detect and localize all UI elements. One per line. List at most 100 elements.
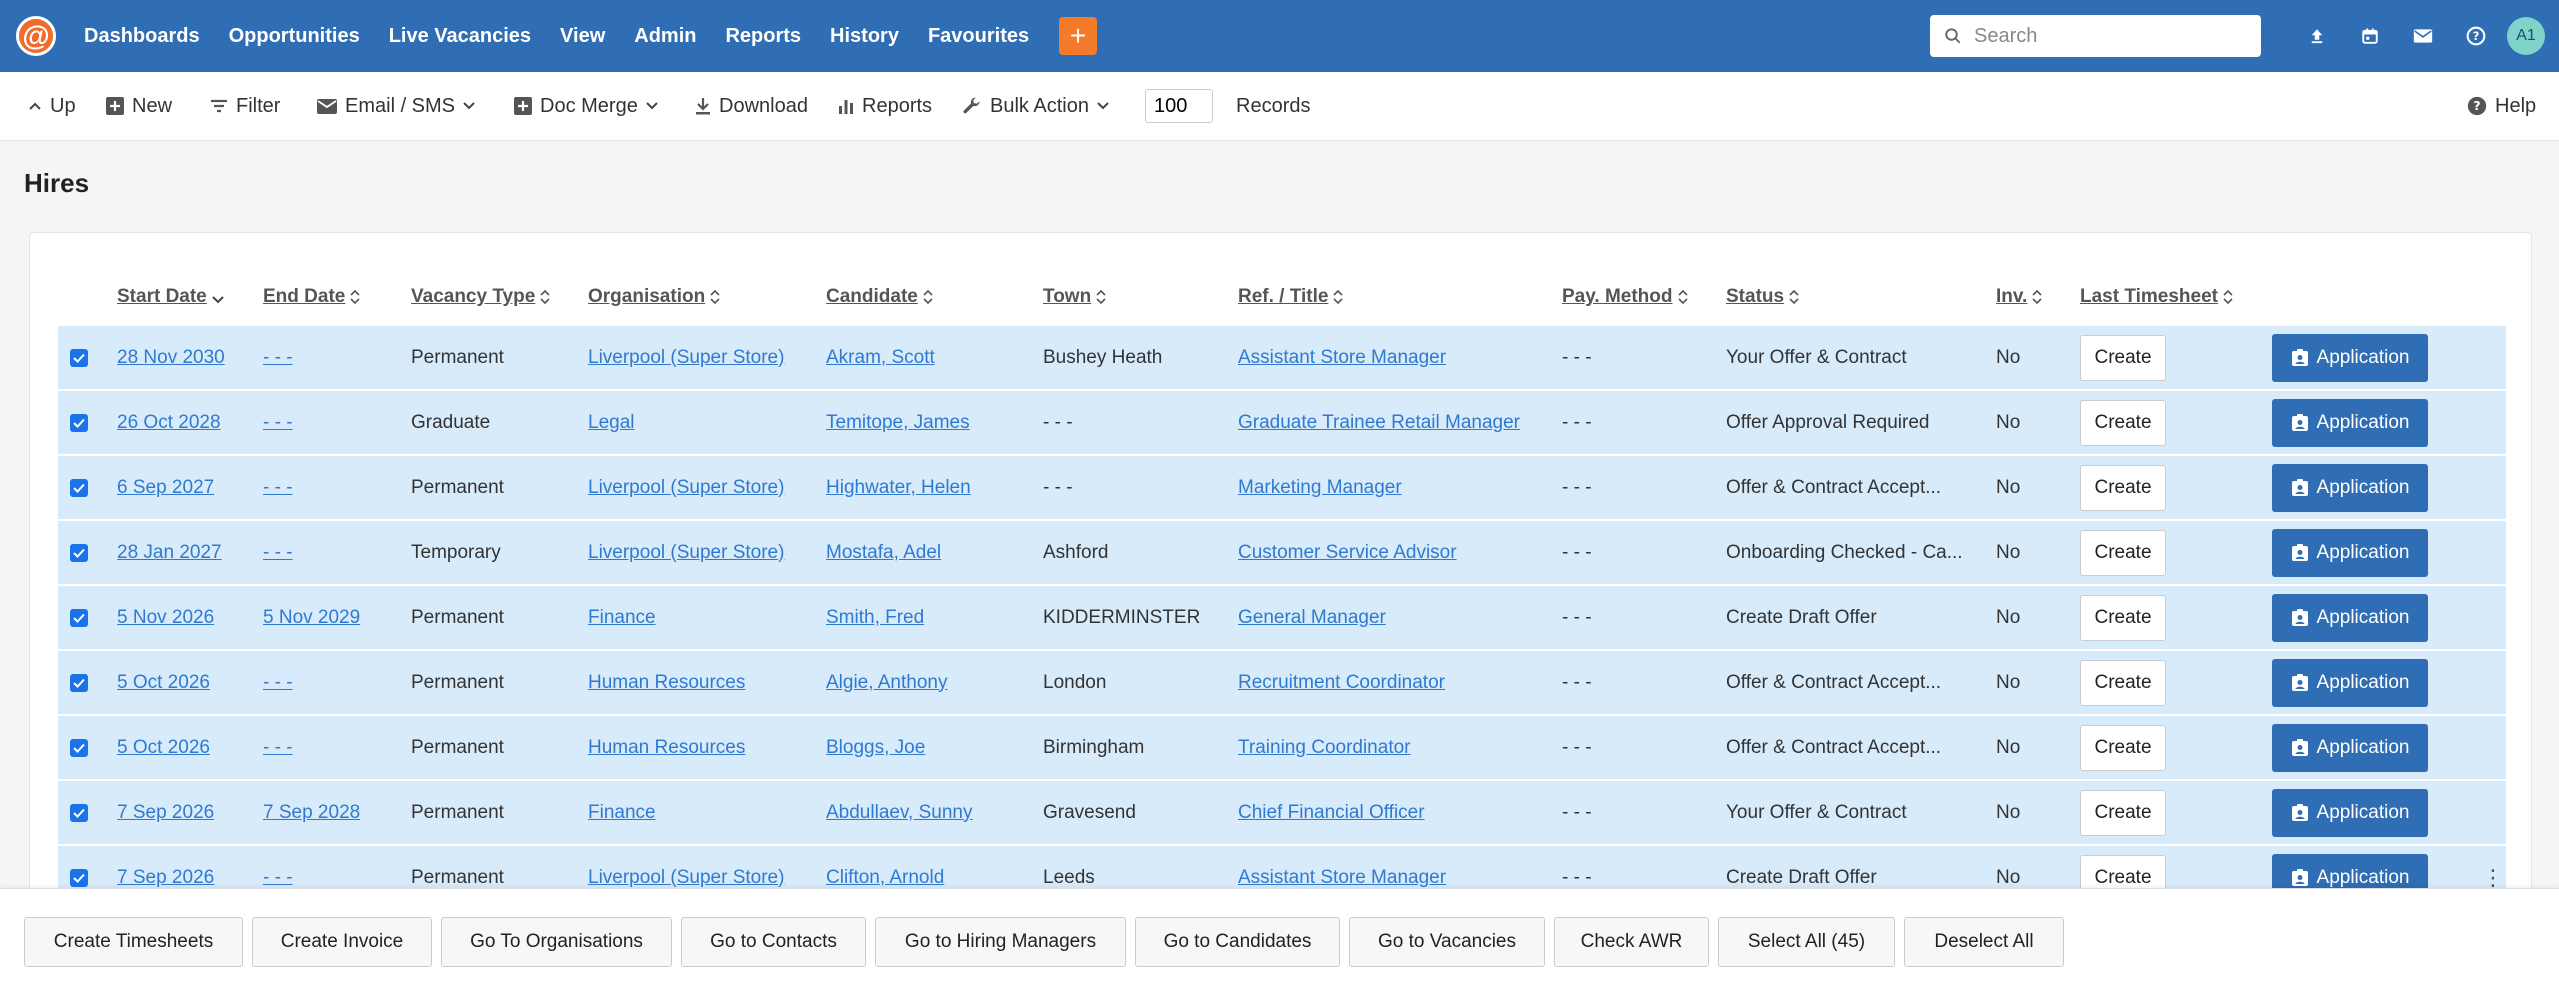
end-date-link[interactable]: 7 Sep 2028 bbox=[263, 802, 360, 823]
up-button[interactable]: Up bbox=[28, 72, 76, 140]
start-date-link[interactable]: 28 Nov 2030 bbox=[117, 347, 225, 368]
more-vertical-icon[interactable]: ⋮ bbox=[2462, 865, 2504, 890]
end-date-link[interactable]: - - - bbox=[263, 477, 293, 498]
ref-title-link[interactable]: Training Coordinator bbox=[1238, 737, 1411, 758]
column-header-end-date[interactable]: End Date bbox=[263, 269, 411, 326]
end-date-link[interactable]: - - - bbox=[263, 672, 293, 693]
application-button[interactable]: Application bbox=[2272, 528, 2428, 577]
deselect-all-button[interactable]: Deselect All bbox=[1904, 917, 2064, 967]
download-button[interactable]: Download bbox=[695, 72, 808, 140]
application-button[interactable]: Application bbox=[2272, 398, 2428, 447]
ref-title-link[interactable]: Assistant Store Manager bbox=[1238, 867, 1446, 888]
application-button[interactable]: Application bbox=[2272, 463, 2428, 512]
column-header-vacancy-type[interactable]: Vacancy Type bbox=[411, 269, 588, 326]
application-button[interactable]: Application bbox=[2272, 658, 2428, 707]
row-checkbox[interactable] bbox=[70, 478, 88, 497]
candidate-link[interactable]: Bloggs, Joe bbox=[826, 737, 925, 758]
column-header-organisation[interactable]: Organisation bbox=[588, 269, 826, 326]
end-date-link[interactable]: - - - bbox=[263, 867, 293, 888]
nav-opportunities[interactable]: Opportunities bbox=[229, 25, 360, 48]
help-button[interactable]: ? Help bbox=[2467, 72, 2536, 140]
row-checkbox[interactable] bbox=[70, 738, 88, 757]
ref-title-link[interactable]: Chief Financial Officer bbox=[1238, 802, 1425, 823]
start-date-link[interactable]: 26 Oct 2028 bbox=[117, 412, 221, 433]
start-date-link[interactable]: 5 Nov 2026 bbox=[117, 607, 214, 628]
end-date-link[interactable]: - - - bbox=[263, 412, 293, 433]
ref-title-link[interactable]: Recruitment Coordinator bbox=[1238, 672, 1445, 693]
filter-button[interactable]: Filter bbox=[210, 72, 280, 140]
row-checkbox[interactable] bbox=[70, 413, 88, 432]
nav-favourites[interactable]: Favourites bbox=[928, 25, 1029, 48]
end-date-link[interactable]: - - - bbox=[263, 542, 293, 563]
ref-title-link[interactable]: Customer Service Advisor bbox=[1238, 542, 1457, 563]
row-checkbox[interactable] bbox=[70, 348, 88, 367]
bulk-action-dropdown[interactable]: Bulk Action bbox=[962, 72, 1109, 140]
go-to-candidates-button[interactable]: Go to Candidates bbox=[1135, 917, 1340, 967]
application-button[interactable]: Application bbox=[2272, 593, 2428, 642]
start-date-link[interactable]: 5 Oct 2026 bbox=[117, 672, 210, 693]
organisation-link[interactable]: Liverpool (Super Store) bbox=[588, 347, 784, 368]
nav-admin[interactable]: Admin bbox=[634, 25, 696, 48]
start-date-link[interactable]: 7 Sep 2026 bbox=[117, 867, 214, 888]
create-timesheets-button[interactable]: Create Timesheets bbox=[24, 917, 243, 967]
application-button[interactable]: Application bbox=[2272, 723, 2428, 772]
candidate-link[interactable]: Mostafa, Adel bbox=[826, 542, 941, 563]
row-checkbox[interactable] bbox=[70, 673, 88, 692]
organisation-link[interactable]: Legal bbox=[588, 412, 635, 433]
ref-title-link[interactable]: General Manager bbox=[1238, 607, 1386, 628]
calendar-icon[interactable] bbox=[2343, 27, 2396, 45]
email-sms-dropdown[interactable]: Email / SMS bbox=[317, 72, 475, 140]
ref-title-link[interactable]: Marketing Manager bbox=[1238, 477, 1402, 498]
upload-icon[interactable] bbox=[2290, 27, 2343, 45]
column-header-town[interactable]: Town bbox=[1043, 269, 1238, 326]
candidate-link[interactable]: Temitope, James bbox=[826, 412, 970, 433]
create-timesheet-button[interactable]: Create bbox=[2080, 594, 2166, 641]
create-timesheet-button[interactable]: Create bbox=[2080, 724, 2166, 771]
help-circle-icon[interactable]: ? bbox=[2449, 26, 2502, 46]
check-awr-button[interactable]: Check AWR bbox=[1554, 917, 1709, 967]
column-header-last-timesheet[interactable]: Last Timesheet bbox=[2080, 269, 2272, 326]
organisation-link[interactable]: Finance bbox=[588, 802, 656, 823]
start-date-link[interactable]: 28 Jan 2027 bbox=[117, 542, 222, 563]
reports-button[interactable]: Reports bbox=[838, 72, 932, 140]
organisation-link[interactable]: Liverpool (Super Store) bbox=[588, 477, 784, 498]
candidate-link[interactable]: Clifton, Arnold bbox=[826, 867, 944, 888]
quick-add-button[interactable]: + bbox=[1059, 17, 1098, 55]
go-to-contacts-button[interactable]: Go to Contacts bbox=[681, 917, 866, 967]
candidate-link[interactable]: Abdullaev, Sunny bbox=[826, 802, 972, 823]
end-date-link[interactable]: - - - bbox=[263, 737, 293, 758]
start-date-link[interactable]: 6 Sep 2027 bbox=[117, 477, 214, 498]
go-to-hiring-managers-button[interactable]: Go to Hiring Managers bbox=[875, 917, 1126, 967]
row-checkbox[interactable] bbox=[70, 868, 88, 887]
create-timesheet-button[interactable]: Create bbox=[2080, 659, 2166, 706]
go-to-vacancies-button[interactable]: Go to Vacancies bbox=[1349, 917, 1545, 967]
create-timesheet-button[interactable]: Create bbox=[2080, 529, 2166, 576]
application-button[interactable]: Application bbox=[2272, 333, 2428, 382]
create-timesheet-button[interactable]: Create bbox=[2080, 399, 2166, 446]
nav-reports[interactable]: Reports bbox=[725, 25, 801, 48]
column-header-status[interactable]: Status bbox=[1726, 269, 1996, 326]
select-all-button[interactable]: Select All (45) bbox=[1718, 917, 1895, 967]
create-timesheet-button[interactable]: Create bbox=[2080, 334, 2166, 381]
ref-title-link[interactable]: Graduate Trainee Retail Manager bbox=[1238, 412, 1520, 433]
nav-history[interactable]: History bbox=[830, 25, 899, 48]
column-header-pay-method[interactable]: Pay. Method bbox=[1562, 269, 1726, 326]
candidate-link[interactable]: Algie, Anthony bbox=[826, 672, 947, 693]
organisation-link[interactable]: Human Resources bbox=[588, 672, 745, 693]
nav-dashboards[interactable]: Dashboards bbox=[84, 25, 200, 48]
nav-live-vacancies[interactable]: Live Vacancies bbox=[389, 25, 531, 48]
user-avatar[interactable]: A1 bbox=[2507, 17, 2545, 55]
organisation-link[interactable]: Liverpool (Super Store) bbox=[588, 867, 784, 888]
column-header-inv[interactable]: Inv. bbox=[1996, 269, 2080, 326]
column-header-start-date[interactable]: Start Date bbox=[117, 269, 263, 326]
create-timesheet-button[interactable]: Create bbox=[2080, 464, 2166, 511]
organisation-link[interactable]: Human Resources bbox=[588, 737, 745, 758]
start-date-link[interactable]: 7 Sep 2026 bbox=[117, 802, 214, 823]
create-timesheet-button[interactable]: Create bbox=[2080, 789, 2166, 836]
row-checkbox[interactable] bbox=[70, 608, 88, 627]
organisation-link[interactable]: Finance bbox=[588, 607, 656, 628]
new-button[interactable]: New bbox=[106, 72, 172, 140]
end-date-link[interactable]: - - - bbox=[263, 347, 293, 368]
search-input[interactable] bbox=[1972, 23, 2236, 49]
candidate-link[interactable]: Akram, Scott bbox=[826, 347, 935, 368]
